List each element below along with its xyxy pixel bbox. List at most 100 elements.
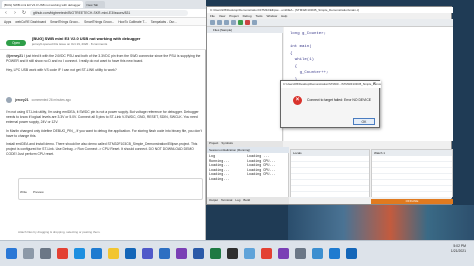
open-icon[interactable] [217,20,222,25]
bookmark-item[interactable]: Tampalabs - Our... [151,20,177,24]
teams-icon[interactable] [142,248,153,259]
comment-paragraph: I'm not using ST-Link utility, I'm using… [6,110,199,125]
url-field[interactable]: github.com/bigtreetech/BIGTREETECH-SKR-m… [30,10,188,16]
project-tree: Files [Sample] [207,27,283,141]
terminal-icon[interactable] [227,248,238,259]
explorer-icon[interactable] [108,248,119,259]
console-output: Loading ... Loading CPU... Loading CPU..… [247,155,276,178]
tab-write[interactable]: Write [20,190,27,194]
status-badge: Open [6,40,26,46]
bookmark-item[interactable]: SmartThings Groov... [84,20,114,24]
bookmark-item[interactable]: HowTo Calibrate T... [118,20,146,24]
browser-tab[interactable]: New Tab [84,1,105,8]
comment-paragraph: Install emIDEA and install demo. There s… [6,142,198,157]
address-bar-row: ‹ › ↻ github.com/bigtreetech/BIGTREETECH… [0,9,206,18]
console-line: Log [209,155,216,159]
tab-build[interactable]: Build [243,197,250,204]
comment-body: I'm not using ST-Link utility, I'm using… [6,110,202,158]
store-icon[interactable] [159,248,170,259]
avatar[interactable] [6,97,12,103]
code-line: long g_Counter; [290,32,327,36]
vscode-icon[interactable] [329,248,340,259]
photos-icon[interactable] [312,248,323,259]
tab-log[interactable]: Log [235,197,240,204]
ok-button[interactable]: OK [353,118,375,125]
vs-icon[interactable] [176,248,187,259]
browser-window: [BUG] SWB mini E3 V2.0 USB not working w… [0,0,206,240]
chrome-icon[interactable] [261,248,272,259]
vs-icon[interactable] [278,248,289,259]
save-icon[interactable] [224,20,229,25]
edge-icon[interactable] [74,248,85,259]
system-clock[interactable]: 5:02 PM 1/21/2021 [451,244,466,254]
debug-icon[interactable] [238,20,243,25]
code-line: int main( [290,45,312,49]
bookmark-item[interactable]: SmartThings Groov... [50,20,80,24]
bookmark-item[interactable]: webCoRE Dashboard [15,20,46,24]
comment-paragraph: In Marlin changed only #define DEBUG_PIN… [6,128,202,138]
tab-preview[interactable]: Preview [33,190,44,194]
dialog-message: Connect to target failed: Error NO DEVIC… [307,98,372,102]
forward-icon[interactable]: › [12,10,18,16]
console-line: Loading ... [247,155,270,159]
new-file-icon[interactable] [210,20,215,25]
attach-hint: Attach files by dragging & dropping, sel… [18,230,101,234]
code-line: g_Counter++; [290,71,329,75]
desktop-wallpaper [288,205,474,245]
issue-subtitle: jerney9 opened this issue on Oct 19, 202… [32,42,108,46]
excel-icon[interactable] [210,248,221,259]
watch-grid[interactable] [372,156,452,198]
console-pane: Session-initialization (Running) Log Run… [207,147,289,197]
issue-title: [BUG] SWB mini E3 V2.0 USB not working w… [32,36,141,41]
project-header[interactable]: Files [Sample] [207,27,283,33]
console-tabs: Output Terminal Log Build [207,197,289,204]
locals-pane: Locals [290,149,370,198]
step-icon[interactable] [252,20,257,25]
comment-author[interactable]: @jerney21 [6,54,23,58]
comment-author[interactable]: jercey21 [15,98,29,102]
task-view-icon[interactable] [40,248,51,259]
comment-body: @jerney21 I just tried it with the 24VDC… [6,54,202,73]
chrome-icon[interactable] [57,248,68,259]
taskbar [0,240,474,266]
bookmark-item[interactable]: Apps [4,20,11,24]
settings-icon[interactable] [295,248,306,259]
console-line: Loading... [209,177,230,182]
close-icon[interactable]: × [371,81,378,88]
ide-toolbar [207,19,453,27]
code-line: { [290,64,298,69]
console-line: Loading CPU... [247,159,276,164]
stop-icon[interactable] [245,20,250,25]
back-icon[interactable]: ‹ [3,10,9,16]
vscode-icon[interactable] [91,248,102,259]
search-icon[interactable] [23,248,34,259]
status-offline: OFFLINE [371,199,453,204]
reload-icon[interactable]: ↻ [21,10,27,16]
reply-textarea[interactable] [18,178,203,200]
console-line: Loading CPU... [247,164,276,169]
dialog-title: C:\Users\D5\Desktop\Demonstration\STM32\… [281,81,381,88]
word-icon[interactable] [193,248,204,259]
console-line: Loading... [209,173,230,178]
comment-text: I just tried it with the 24VDC PSU and b… [6,54,201,63]
console-header: Session-initialization (Running) [207,147,289,153]
locals-grid[interactable] [291,156,369,198]
outlook-icon[interactable] [346,248,357,259]
build-icon[interactable] [231,20,236,25]
comment-question: Hey, LPC USB work with VS code IF I can … [6,68,117,72]
notepad-icon[interactable] [244,248,255,259]
browser-tab-active[interactable]: [BUG] SWB mini E3 V2.0 USB not working w… [2,1,83,8]
reply-tabs: Write Preview [20,190,44,194]
tab-output[interactable]: Output [209,197,218,204]
browser-tab-bar: [BUG] SWB mini E3 V2.0 USB not working w… [0,0,206,9]
code-line: while(1) [290,58,315,62]
code-line: { [290,51,293,56]
outlook-icon[interactable] [125,248,136,259]
error-dialog: C:\Users\D5\Desktop\Demonstration\STM32\… [280,80,381,128]
console-line: Running... [209,159,230,164]
comment-header: jercey21 commented 26 minutes ago [6,96,202,104]
tab-terminal[interactable]: Terminal [221,197,232,204]
console-output: Log Running... Loading... Loading... Loa… [209,155,229,183]
watch-pane: Watch 1 [371,149,453,198]
windows-icon[interactable] [6,248,17,259]
